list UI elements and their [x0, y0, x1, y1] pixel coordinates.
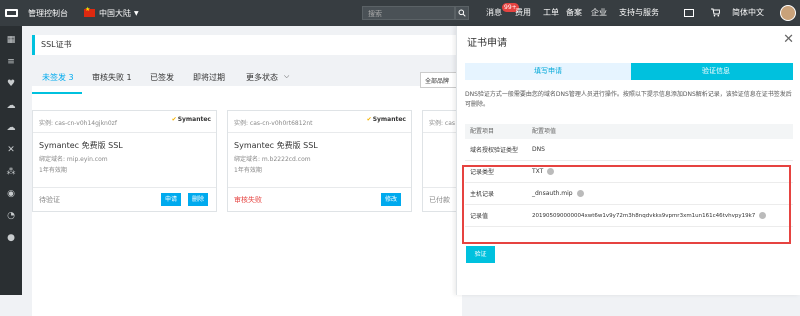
user-avatar[interactable]: [780, 5, 796, 21]
column-header-item: 配置项目: [470, 128, 495, 135]
caret-down-icon[interactable]: ▼: [134, 10, 139, 17]
china-flag-icon: [84, 6, 95, 17]
chevron-down-icon[interactable]: ⌵: [284, 72, 289, 81]
nav-tickets[interactable]: 工单: [543, 7, 559, 18]
page-title: SSL证书: [32, 35, 462, 55]
highlight-box: [462, 165, 791, 244]
console-link[interactable]: 管理控制台: [28, 8, 68, 19]
certificate-card: 实例: cas-cn-v0h0rt6812nt Symantec Symantec…: [227, 110, 412, 212]
step-progress: 填写申请 验证信息: [465, 63, 793, 80]
step-fill-application: 填写申请: [465, 63, 639, 80]
instance-id: 实例: cas: [429, 120, 456, 127]
active-tab-indicator: [32, 92, 82, 94]
symantec-logo: Symantec: [172, 116, 211, 123]
aliyun-logo-icon[interactable]: [0, 0, 22, 26]
grid-icon[interactable]: ▦: [6, 36, 16, 45]
nav-billing[interactable]: 费用: [515, 7, 531, 18]
drawer-title: 证书申请: [467, 38, 507, 49]
column-header-value: 配置项值: [532, 128, 557, 135]
shield-icon[interactable]: ♥: [6, 80, 16, 89]
symantec-logo: Symantec: [367, 116, 406, 123]
bound-domain: 绑定域名: m.b2222cd.com: [234, 156, 311, 163]
menu-icon[interactable]: ≡: [6, 58, 16, 67]
chart-icon[interactable]: ◔: [6, 212, 16, 221]
cloud-icon[interactable]: ☁: [6, 102, 16, 111]
row-key: 域名授权验证类型: [470, 147, 519, 154]
table-row: 域名授权验证类型 DNS: [465, 139, 793, 161]
certificate-card: 实例: cas-cn-v0h14gjkn0zf Symantec Symantec…: [32, 110, 217, 212]
validity-period: 1年有效期: [234, 167, 262, 174]
nav-icp[interactable]: 备案: [566, 7, 582, 18]
nav-messages[interactable]: 消息: [486, 7, 502, 18]
cluster-icon[interactable]: ⁂: [6, 168, 16, 177]
nav-enterprise[interactable]: 企业: [591, 7, 607, 18]
tab-more-status[interactable]: 更多状态: [246, 72, 278, 83]
tab-unissued[interactable]: 未签发 3: [42, 72, 74, 83]
instance-id: 实例: cas-cn-v0h0rt6812nt: [234, 120, 313, 127]
tab-review-failed[interactable]: 审核失败 1: [92, 72, 132, 83]
search-input[interactable]: 搜索: [362, 6, 455, 20]
mail-icon[interactable]: [684, 9, 694, 17]
status-text: 审核失败: [234, 196, 262, 204]
status-text: 待验证: [39, 196, 60, 204]
close-icon[interactable]: ✕: [783, 33, 794, 46]
apply-button[interactable]: 申请: [161, 193, 182, 206]
validity-period: 1年有效期: [39, 167, 67, 174]
brand-filter-select[interactable]: 全部品牌: [420, 72, 460, 88]
tab-expiring[interactable]: 即将过期: [193, 72, 225, 83]
certificate-application-drawer: 证书申请 ✕ 填写申请 验证信息 DNS验证方式一般需要由您的域名DNS管理人员…: [456, 26, 800, 295]
bound-domain: 绑定域名: mip.eyin.com: [39, 156, 108, 163]
step-verify-info: 验证信息: [631, 63, 793, 80]
tab-issued[interactable]: 已签发: [150, 72, 174, 83]
dns-instruction-text: DNS验证方式一般需要由您的域名DNS管理人员进行操作。按照以下提示信息添加DN…: [465, 91, 792, 108]
delete-button[interactable]: 删除: [188, 193, 209, 206]
sidebar: ▦ ≡ ♥ ☁ ☁ ✕ ⁂ ◉ ◔ ●: [0, 26, 22, 295]
region-selector[interactable]: 中国大陆: [99, 8, 131, 19]
row-value: DNS: [532, 146, 545, 153]
modify-button[interactable]: 修改: [381, 193, 402, 206]
language-selector[interactable]: 简体中文: [732, 7, 764, 18]
instance-id: 实例: cas-cn-v0h14gjkn0zf: [39, 120, 117, 127]
search-icon[interactable]: [455, 6, 469, 20]
circle-icon[interactable]: ●: [6, 234, 16, 243]
nav-support[interactable]: 支持与服务: [619, 7, 659, 18]
status-text: 已付款: [429, 196, 450, 204]
cloud-download-icon[interactable]: ☁: [6, 124, 16, 133]
verify-button[interactable]: 验证: [466, 246, 495, 263]
tools-icon[interactable]: ✕: [6, 146, 16, 155]
globe-icon[interactable]: ◉: [6, 190, 16, 199]
certificate-title: Symantec 免费版 SSL: [39, 141, 123, 150]
certificate-title: Symantec 免费版 SSL: [234, 141, 318, 150]
cart-icon[interactable]: [710, 7, 720, 17]
